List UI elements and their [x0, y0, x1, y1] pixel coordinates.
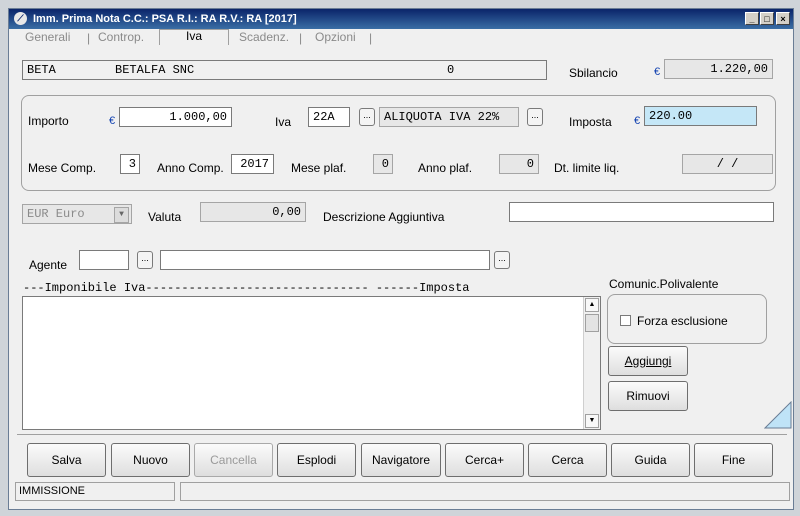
mese-comp-label: Mese Comp.: [28, 161, 97, 175]
mese-plaf-label: Mese plaf.: [291, 161, 347, 175]
rimuovi-button[interactable]: Rimuovi: [608, 381, 688, 411]
agente-name-lookup-button[interactable]: ...: [494, 251, 510, 269]
valuta-amount: 0,00: [200, 202, 306, 222]
anno-comp-label: Anno Comp.: [157, 161, 224, 175]
agente-lookup-button[interactable]: ...: [137, 251, 153, 269]
aggiungi-button[interactable]: Aggiungi: [608, 346, 688, 376]
importo-input[interactable]: 1.000,00: [119, 107, 232, 127]
agente-name-input[interactable]: [160, 250, 490, 270]
anno-comp-input[interactable]: 2017: [231, 154, 274, 174]
iva-label: Iva: [275, 115, 292, 129]
resize-grip-icon[interactable]: [764, 401, 792, 429]
sbilancio-value: 1.220,00: [664, 59, 773, 79]
account-code: BETA: [27, 63, 56, 77]
euro-icon: €: [109, 115, 116, 127]
scroll-down-icon[interactable]: ▼: [585, 414, 599, 428]
scroll-up-icon[interactable]: ▲: [585, 298, 599, 312]
anno-plaf-value: 0: [499, 154, 539, 174]
agente-code-input[interactable]: [79, 250, 129, 270]
tab-separator: |: [87, 31, 91, 45]
salva-button[interactable]: Salva: [27, 443, 106, 477]
status-mode: IMMISSIONE: [15, 482, 175, 501]
cerca-button[interactable]: Cerca: [528, 443, 607, 477]
cerca-plus-button[interactable]: Cerca+: [445, 443, 524, 477]
euro-icon: €: [654, 66, 661, 78]
account-zero: 0: [447, 63, 455, 77]
tab-separator: |: [369, 31, 373, 45]
minimize-button[interactable]: _: [745, 12, 759, 25]
iva-list[interactable]: ▲ ▼: [22, 296, 601, 430]
anno-plaf-label: Anno plaf.: [418, 161, 473, 175]
list-header: ---Imponibile Iva-----------------------…: [23, 281, 470, 295]
agente-label: Agente: [29, 258, 68, 272]
status-message: [180, 482, 790, 501]
esplodi-button[interactable]: Esplodi: [277, 443, 356, 477]
tab-controp[interactable]: Controp.: [98, 31, 144, 45]
chevron-down-icon[interactable]: ▼: [114, 207, 129, 223]
account-field: BETA BETALFA SNC 0: [22, 60, 547, 80]
scroll-thumb[interactable]: [585, 314, 599, 332]
imposta-input[interactable]: 220.00: [644, 106, 757, 126]
maximize-button[interactable]: □: [760, 12, 774, 25]
iva-lookup-button[interactable]: ...: [359, 108, 375, 126]
importo-label: Importo: [28, 114, 69, 128]
tab-separator: |: [299, 31, 303, 45]
toolbar-divider: [17, 434, 787, 435]
fine-button[interactable]: Fine: [694, 443, 773, 477]
sbilancio-label: Sbilancio: [569, 66, 618, 80]
valuta-select[interactable]: EUR Euro ▼: [22, 204, 132, 224]
descrizione-input[interactable]: [509, 202, 774, 222]
list-scrollbar[interactable]: ▲ ▼: [583, 297, 600, 429]
tab-generali[interactable]: Generali: [25, 31, 70, 45]
guida-button[interactable]: Guida: [611, 443, 690, 477]
imposta-label: Imposta: [569, 115, 612, 129]
descrizione-label: Descrizione Aggiuntiva: [323, 210, 445, 224]
tab-scadenz[interactable]: Scadenz.: [239, 31, 289, 45]
tab-iva[interactable]: Iva: [159, 29, 229, 45]
navigatore-button[interactable]: Navigatore: [361, 443, 441, 477]
mese-plaf-value: 0: [373, 154, 393, 174]
close-button[interactable]: ×: [776, 12, 790, 25]
iva-desc-lookup-button[interactable]: ...: [527, 108, 543, 126]
forza-esclusione-checkbox[interactable]: [620, 315, 631, 326]
tab-opzioni[interactable]: Opzioni: [315, 31, 356, 45]
mese-comp-input[interactable]: 3: [120, 154, 140, 174]
dt-limite-label: Dt. limite liq.: [554, 161, 620, 175]
title-bar: ⟋ Imm. Prima Nota C.C.: PSA R.I.: RA R.V…: [9, 9, 793, 29]
main-window: ⟋ Imm. Prima Nota C.C.: PSA R.I.: RA R.V…: [8, 8, 794, 510]
cancella-button[interactable]: Cancella: [194, 443, 273, 477]
window-title: Imm. Prima Nota C.C.: PSA R.I.: RA R.V.:…: [33, 13, 297, 25]
dt-limite-value: / /: [682, 154, 773, 174]
forza-esclusione-label: Forza esclusione: [637, 314, 728, 328]
valuta-label: Valuta: [148, 210, 182, 224]
app-icon: ⟋: [14, 12, 27, 25]
nuovo-button[interactable]: Nuovo: [111, 443, 190, 477]
iva-description: ALIQUOTA IVA 22%: [379, 107, 519, 127]
account-name: BETALFA SNC: [115, 63, 195, 77]
tab-bar: Generali | Controp. Iva Scadenz. | Opzio…: [9, 29, 793, 45]
valuta-select-value: EUR Euro: [27, 207, 85, 221]
comunic-label: Comunic.Polivalente: [609, 277, 719, 291]
euro-icon: €: [634, 115, 641, 127]
iva-code-input[interactable]: 22A: [308, 107, 350, 127]
